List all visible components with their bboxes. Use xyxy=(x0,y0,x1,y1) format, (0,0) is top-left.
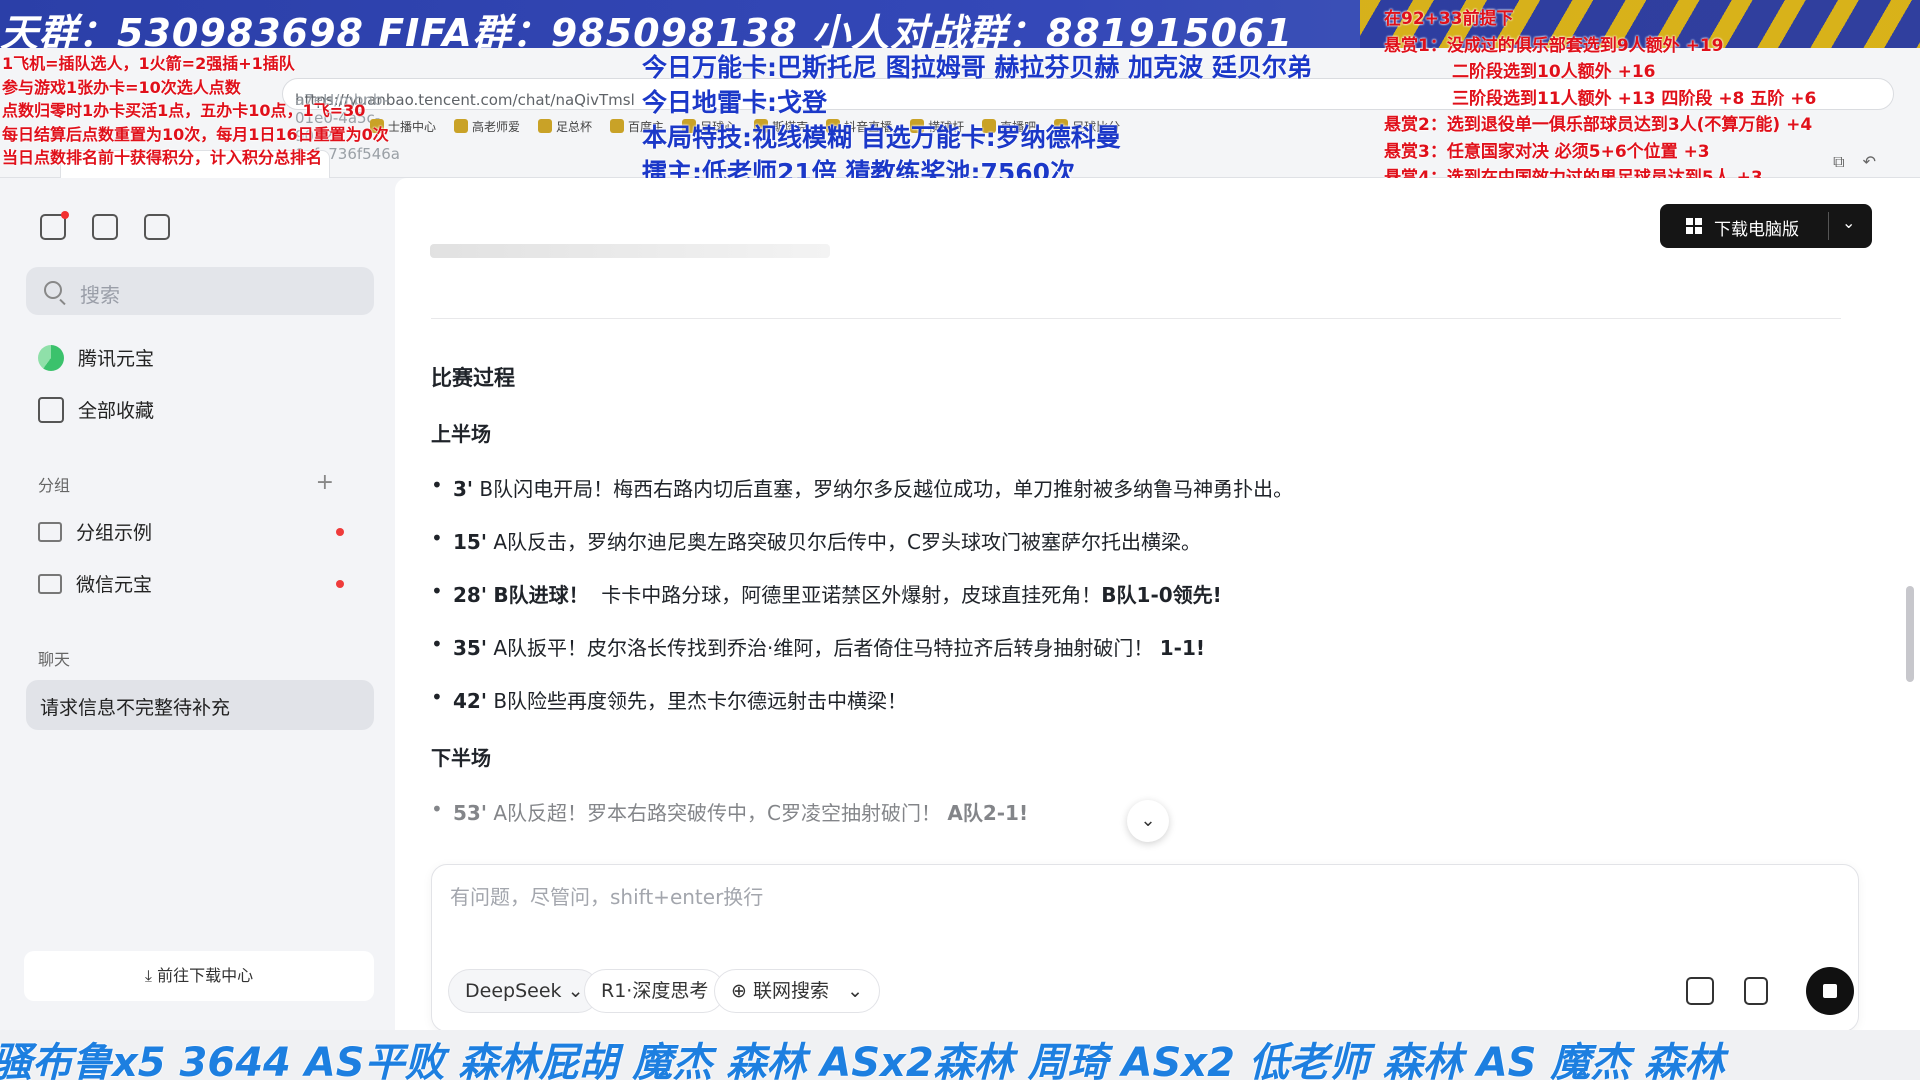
sidebar-item-label: 全部收藏 xyxy=(78,400,155,422)
scrollbar[interactable] xyxy=(1906,586,1914,682)
group-section-label: 分组 xyxy=(38,476,71,495)
answer-content: 比赛过程 上半场 3' B队闪电开局！梅西右路内切后直塞，罗纳尔多反越位成功，单… xyxy=(431,362,1851,826)
download-center-button[interactable]: ⤓ 前往下载中心 xyxy=(24,951,374,1001)
file-upload-icon[interactable] xyxy=(1744,977,1768,1005)
chevron-down-icon: ⌄ xyxy=(567,980,584,1002)
bookmark[interactable]: 足总杯 xyxy=(538,114,592,138)
chevron-down-icon: ⌄ xyxy=(847,980,864,1002)
scroll-to-bottom-button[interactable]: ⌄ xyxy=(1127,800,1169,842)
stop-generation-button[interactable] xyxy=(1806,967,1854,1015)
bookmark-icon xyxy=(454,119,469,133)
deep-think-toggle[interactable]: R1·深度思考 xyxy=(584,969,726,1013)
collapse-sidebar-icon[interactable] xyxy=(40,211,69,240)
folder-icon xyxy=(38,573,62,594)
chevron-down-icon: ⌄ xyxy=(1140,810,1156,831)
globe-icon: ⊕ xyxy=(731,980,753,1002)
sidebar: 搜索 腾讯元宝 全部收藏 分组 + 分组示例 微信元宝 聊天 请求信息不完整待补… xyxy=(0,178,395,1030)
list-item: 35' A队扳平！皮尔洛长传找到乔治·维阿，后者倚住马特拉齐后转身抽射破门！ 1… xyxy=(431,632,1851,661)
section-title: 比赛过程 xyxy=(431,366,515,390)
list-item: 15' A队反击，罗纳尔迪尼奥左路突破贝尔后传中，C罗头球攻门被塞萨尔托出横梁。 xyxy=(431,526,1851,555)
search-icon xyxy=(44,281,62,299)
search-placeholder: 搜索 xyxy=(80,283,120,307)
message-composer[interactable]: 有问题，尽管问，shift+enter换行 DeepSeek ⌄ R1·深度思考… xyxy=(431,864,1859,1030)
collections-icon[interactable]: ⧉ xyxy=(1833,152,1844,172)
search-input[interactable]: 搜索 xyxy=(26,267,374,315)
list-item: 28' B队进球！ 卡卡中路分球，阿德里亚诺禁区外爆射，皮球直挂死角！B队1-0… xyxy=(431,579,1851,608)
download-icon: ⤓ xyxy=(144,966,158,985)
bookmark[interactable]: 高老师爱 xyxy=(454,114,520,138)
sidebar-item-favorites[interactable]: 全部收藏 xyxy=(38,396,154,423)
folder-icon xyxy=(38,521,62,542)
group-label: 分组示例 xyxy=(76,522,153,544)
first-half-title: 上半场 xyxy=(431,422,491,446)
stream-bounty-overlay: 在92+33前提下 悬赏1：没成过的俱乐部套选到9人额外 +19 二阶段选到10… xyxy=(1384,9,1817,188)
bookmark-icon xyxy=(610,119,625,133)
group-label: 微信元宝 xyxy=(76,574,153,596)
second-half-title: 下半场 xyxy=(431,746,491,770)
screenshot-icon[interactable] xyxy=(144,214,170,240)
banner-text: 天群：530983698 FIFA群：985098138 小人对战群：88191… xyxy=(0,11,1293,48)
bookmark-icon xyxy=(538,119,553,133)
bookmark-icon xyxy=(38,396,64,423)
yuanbao-app: 搜索 腾讯元宝 全部收藏 分组 + 分组示例 微信元宝 聊天 请求信息不完整待补… xyxy=(0,178,1920,1030)
clipped-text xyxy=(430,244,830,258)
sidebar-toolbar xyxy=(40,211,170,240)
web-search-toggle[interactable]: ⊕ 联网搜索 ⌄ xyxy=(714,969,881,1013)
group-item[interactable]: 分组示例 xyxy=(38,518,358,545)
sidebar-item-label: 腾讯元宝 xyxy=(78,348,155,370)
browser-toolbar-icons: ⧉ ↶ xyxy=(1833,152,1876,172)
sidebar-item-yuanbao[interactable]: 腾讯元宝 xyxy=(38,344,154,371)
group-section: 分组 + xyxy=(38,470,358,496)
chat-section-label: 聊天 xyxy=(38,650,71,669)
image-upload-icon[interactable] xyxy=(1686,977,1714,1005)
ticker-text: 骚布鲁x5 3644 AS平败 森林屁胡 魔杰 森林 ASx2森林 周琦 ASx… xyxy=(0,1040,1725,1080)
group-item[interactable]: 微信元宝 xyxy=(38,570,358,597)
model-selector[interactable]: DeepSeek ⌄ xyxy=(448,969,601,1013)
undo-icon[interactable]: ↶ xyxy=(1863,152,1876,172)
divider xyxy=(431,318,1841,319)
add-group-icon[interactable]: + xyxy=(316,470,334,495)
windows-icon xyxy=(1686,218,1702,234)
list-item: 42' B队险些再度领先，里杰卡尔德远射击中横梁！ xyxy=(431,685,1851,714)
composer-input[interactable]: 有问题，尽管问，shift+enter换行 xyxy=(450,881,763,910)
chat-item-active[interactable]: 请求信息不完整待补充 xyxy=(26,680,374,730)
list-item: 3' B队闪电开局！梅西右路内切后直塞，罗纳尔多反越位成功，单刀推射被多纳鲁马神… xyxy=(431,473,1851,502)
stream-rules-overlay: 1飞机=插队选人，1火箭=2强插+1插队 参与游戏1张办卡=10次选人点数 点数… xyxy=(2,54,389,167)
stream-info-overlay: 今日万能卡:巴斯托尼 图拉姆哥 赫拉芬贝赫 加克波 廷贝尔弟 今日地雷卡:戈登 … xyxy=(642,53,1312,187)
unread-dot xyxy=(336,527,344,536)
download-desktop-button[interactable]: 下载电脑版 ⌄ xyxy=(1660,204,1872,248)
chat-main: 下载电脑版 ⌄ 比赛过程 上半场 3' B队闪电开局！梅西右路内切后直塞，罗纳尔… xyxy=(395,178,1920,1030)
yuanbao-logo-icon xyxy=(38,344,64,371)
chevron-down-icon[interactable]: ⌄ xyxy=(1842,213,1855,232)
stream-ticker: 骚布鲁x5 3644 AS平败 森林屁胡 魔杰 森林 ASx2森林 周琦 ASx… xyxy=(0,1030,1920,1080)
unread-dot xyxy=(336,579,344,588)
notification-dot xyxy=(61,211,69,219)
new-chat-icon[interactable] xyxy=(92,214,118,240)
